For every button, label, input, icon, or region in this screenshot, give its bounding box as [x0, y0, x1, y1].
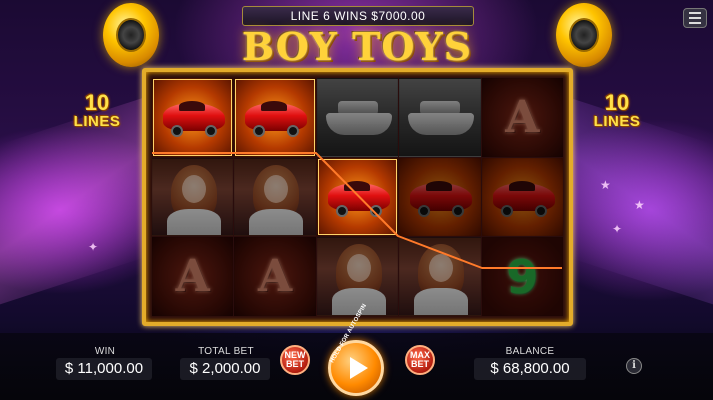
- lines-word: LINES: [73, 113, 121, 130]
- sparkle-icon: ★: [600, 178, 611, 192]
- symbol-girl: [152, 157, 234, 237]
- lines-count: 10: [84, 90, 110, 115]
- info-button[interactable]: i: [626, 358, 642, 374]
- lines-badge-right: 10 LINES: [582, 90, 652, 130]
- reel-grid: AAA9: [152, 78, 563, 316]
- speaker-left-icon: [103, 3, 159, 67]
- lines-badge-left: 10 LINES: [62, 90, 132, 130]
- spin-button[interactable]: HOLD FOR AUTOSPIN: [328, 303, 384, 396]
- play-icon: [350, 357, 368, 379]
- symbol-sports-car: [399, 157, 481, 237]
- symbol-sports-car: [316, 157, 399, 237]
- lines-word: LINES: [593, 113, 641, 130]
- balance-label: BALANCE: [505, 346, 555, 357]
- menu-icon: [689, 12, 701, 14]
- symbol-girl: [234, 157, 316, 237]
- symbol-yacht: [399, 78, 481, 157]
- lines-count: 10: [604, 90, 630, 115]
- symbol-nine: 9: [481, 237, 563, 316]
- total-bet-label: TOTAL BET: [198, 346, 254, 357]
- win-value: $ 11,000.00: [56, 358, 152, 380]
- symbol-girl: [316, 237, 399, 316]
- win-banner: LINE 6 WINS $7000.00: [242, 6, 474, 26]
- symbol-yacht: [316, 78, 399, 157]
- speaker-right-icon: [556, 3, 612, 67]
- symbol-letter-a: A: [234, 237, 316, 316]
- total-bet-value: $ 2,000.00: [180, 358, 270, 380]
- symbol-sports-car: [234, 78, 316, 157]
- symbol-girl: [399, 237, 481, 316]
- new-bet-button[interactable]: NEW BET: [280, 345, 310, 375]
- symbol-letter-a: A: [152, 237, 234, 316]
- menu-button[interactable]: [683, 8, 707, 28]
- reels-frame: AAA9: [142, 68, 573, 326]
- symbol-letter-a: A: [481, 78, 563, 157]
- sparkle-icon: ✦: [612, 222, 623, 236]
- win-label: WIN: [94, 346, 116, 357]
- game-logo: BOY TOYS: [241, 24, 473, 69]
- symbol-sports-car: [152, 78, 234, 157]
- balance-value: $ 68,800.00: [474, 358, 586, 380]
- max-bet-button[interactable]: MAX BET: [405, 345, 435, 375]
- sparkle-icon: ★: [634, 198, 645, 212]
- symbol-sports-car: [481, 157, 563, 237]
- sparkle-icon: ✦: [88, 240, 99, 254]
